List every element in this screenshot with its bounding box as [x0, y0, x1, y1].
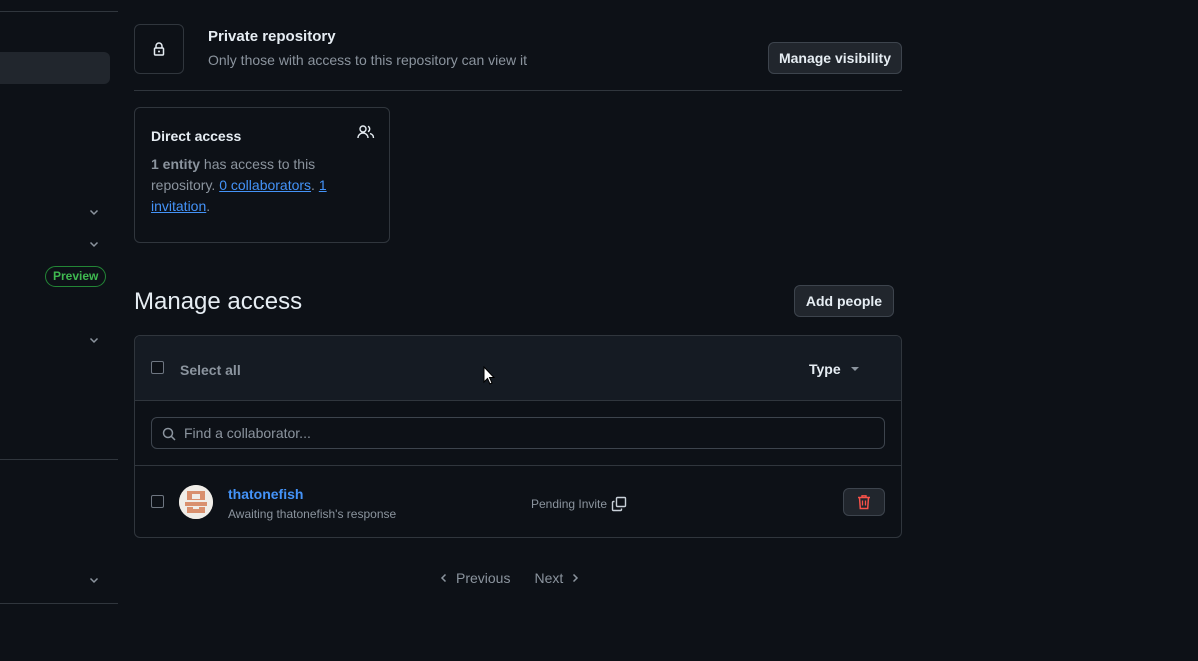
lock-icon-box — [134, 24, 184, 74]
separator-text: . — [311, 177, 319, 193]
next-page-button[interactable]: Next — [534, 570, 579, 586]
manage-access-title: Manage access — [134, 288, 303, 315]
chevron-down-icon[interactable] — [88, 574, 100, 586]
avatar[interactable] — [179, 485, 213, 519]
chevron-left-icon — [440, 573, 447, 583]
caret-down-icon — [850, 367, 859, 371]
next-label: Next — [534, 570, 564, 586]
type-filter-label: Type — [809, 361, 841, 377]
pending-invite-label: Pending Invite — [531, 497, 608, 511]
direct-access-card: Direct access 1 entity has access to thi… — [134, 107, 390, 243]
select-all-checkbox[interactable] — [151, 361, 164, 374]
member-name-link[interactable]: thatonefish — [228, 486, 303, 502]
table-header: Select all Type — [135, 336, 901, 401]
chevron-down-icon[interactable] — [88, 238, 100, 250]
select-all-label: Select all — [180, 362, 241, 378]
chevron-down-icon[interactable] — [88, 334, 100, 346]
table-row: thatonefish Awaiting thatonefish's respo… — [135, 466, 901, 537]
sidebar-item-active[interactable] — [0, 52, 110, 84]
previous-label: Previous — [456, 570, 511, 586]
visibility-description: Only those with access to this repositor… — [208, 52, 528, 68]
chevron-down-icon[interactable] — [88, 206, 100, 218]
preview-badge: Preview — [45, 266, 107, 287]
sidebar-divider — [0, 603, 118, 604]
copy-icon[interactable] — [611, 496, 627, 512]
collaborators-link[interactable]: 0 collaborators — [219, 177, 311, 193]
period-text: . — [206, 198, 211, 214]
manage-visibility-button[interactable]: Manage visibility — [768, 42, 902, 74]
lock-icon — [153, 42, 165, 56]
pagination: Previous Next — [440, 570, 579, 586]
search-zone — [135, 401, 901, 466]
avatar-identicon — [179, 485, 213, 519]
add-people-button[interactable]: Add people — [794, 285, 894, 317]
direct-access-text: 1 entity has access to this repository. … — [151, 154, 351, 217]
visibility-section: Private repository Only those with acces… — [134, 24, 902, 91]
search-box[interactable] — [151, 417, 885, 449]
access-table: Select all Type th — [134, 335, 902, 538]
mouse-pointer-icon — [483, 366, 495, 385]
search-icon — [162, 427, 176, 441]
pending-invite-status: Pending Invite — [531, 496, 627, 512]
visibility-title: Private repository — [208, 28, 336, 45]
chevron-right-icon — [573, 573, 579, 583]
search-input[interactable] — [184, 418, 874, 448]
previous-page-button[interactable]: Previous — [440, 570, 510, 586]
type-filter-dropdown[interactable]: Type — [809, 361, 859, 377]
sidebar-divider — [0, 11, 118, 12]
sidebar-divider — [0, 459, 118, 460]
people-icon — [357, 125, 375, 139]
settings-sidebar: Preview — [0, 0, 118, 661]
remove-member-button[interactable] — [843, 488, 885, 516]
entity-count: 1 entity — [151, 156, 201, 172]
member-subtitle: Awaiting thatonefish's response — [228, 507, 397, 521]
direct-access-title: Direct access — [151, 128, 242, 144]
trash-icon — [858, 495, 870, 510]
row-checkbox[interactable] — [151, 495, 164, 508]
